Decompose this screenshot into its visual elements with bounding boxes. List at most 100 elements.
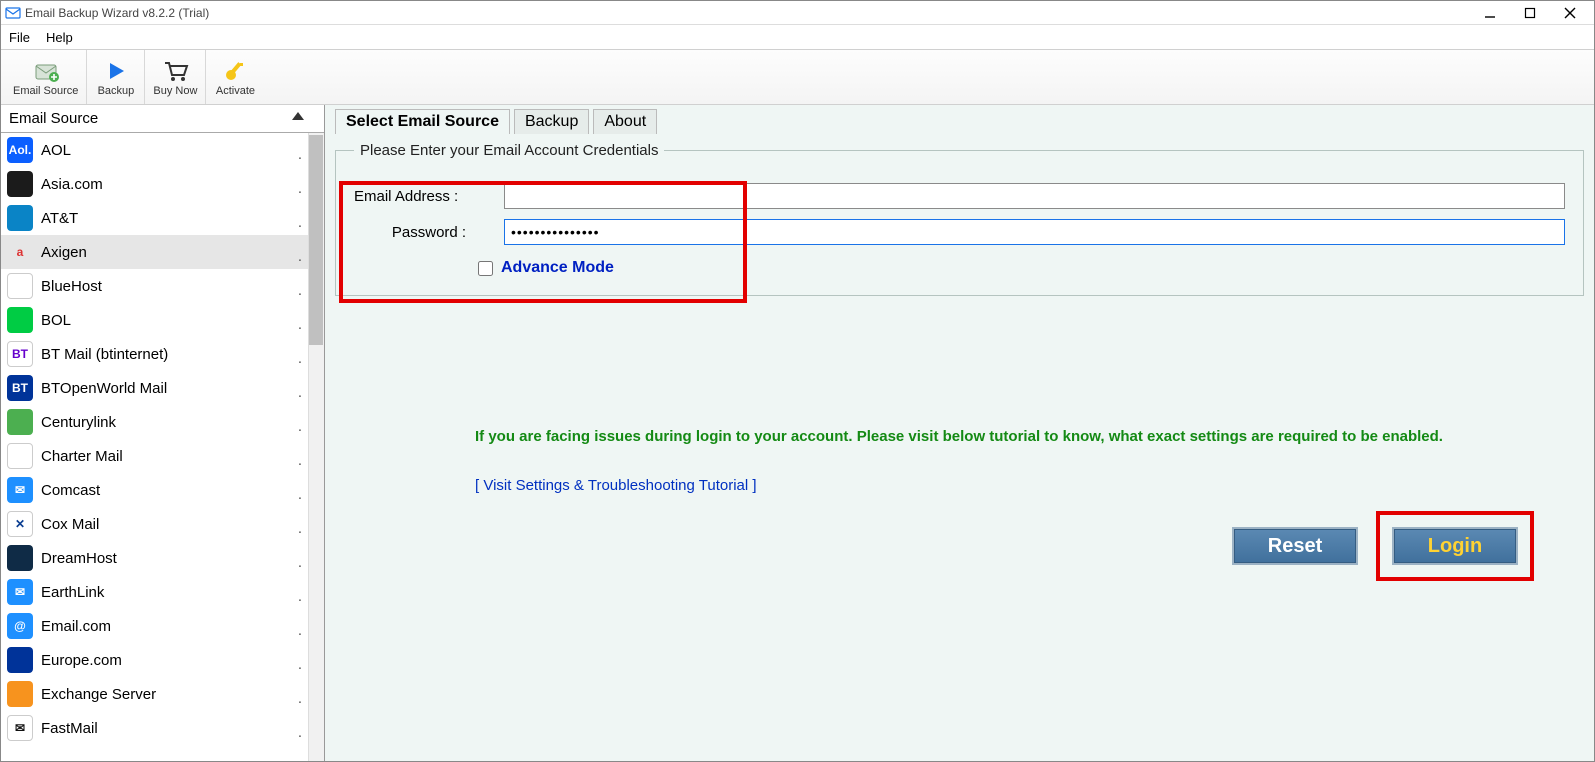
- highlight-box-login: Login: [1376, 511, 1534, 581]
- sidebar-item-label: FastMail: [41, 720, 98, 737]
- sidebar-item-at-t[interactable]: AT&T: [1, 201, 324, 235]
- toolbar-activate[interactable]: Activate: [206, 50, 264, 104]
- sidebar-item-label: Centurylink: [41, 414, 116, 431]
- advance-mode-label[interactable]: Advance Mode: [501, 259, 614, 277]
- cart-icon: [161, 57, 189, 85]
- sidebar-item-bol[interactable]: BOL: [1, 303, 324, 337]
- provider-icon: [7, 681, 33, 707]
- provider-icon: [7, 443, 33, 469]
- credentials-legend: Please Enter your Email Account Credenti…: [354, 142, 664, 159]
- close-button[interactable]: [1550, 2, 1590, 24]
- sidebar-header[interactable]: Email Source: [1, 105, 324, 133]
- tab-select-email-source[interactable]: Select Email Source: [335, 109, 510, 134]
- toolbar: Email Source Backup Buy Now Activate: [1, 49, 1594, 105]
- sidebar-item-label: BT Mail (btinternet): [41, 346, 168, 363]
- provider-icon: a: [7, 239, 33, 265]
- app-icon: [5, 5, 21, 21]
- tab-backup[interactable]: Backup: [514, 109, 589, 134]
- sidebar-item-earthlink[interactable]: ✉ EarthLink: [1, 575, 324, 609]
- sidebar-item-label: BOL: [41, 312, 71, 329]
- sidebar-item-email-com[interactable]: @ Email.com: [1, 609, 324, 643]
- sidebar: Email Source Aol. AOL Asia.com AT&T a Axigen B…: [1, 105, 325, 761]
- provider-icon: BT: [7, 375, 33, 401]
- content: Select Email Source Backup About Please …: [325, 105, 1594, 761]
- titlebar: Email Backup Wizard v8.2.2 (Trial): [1, 1, 1594, 25]
- sidebar-item-label: BlueHost: [41, 278, 102, 295]
- provider-icon: BT: [7, 341, 33, 367]
- toolbar-backup-label: Backup: [98, 85, 135, 97]
- provider-icon: ✉: [7, 477, 33, 503]
- sidebar-item-exchange-server[interactable]: Exchange Server: [1, 677, 324, 711]
- sidebar-item-charter-mail[interactable]: Charter Mail: [1, 439, 324, 473]
- sidebar-item-dreamhost[interactable]: DreamHost: [1, 541, 324, 575]
- sidebar-item-centurylink[interactable]: Centurylink: [1, 405, 324, 439]
- sidebar-item-label: Comcast: [41, 482, 100, 499]
- email-label: Email Address :: [354, 188, 504, 205]
- sidebar-item-label: AOL: [41, 142, 71, 159]
- sidebar-item-label: Exchange Server: [41, 686, 156, 703]
- provider-icon: [7, 273, 33, 299]
- tabs: Select Email Source Backup About: [335, 109, 1584, 134]
- provider-icon: ✉: [7, 579, 33, 605]
- menubar: File Help: [1, 25, 1594, 49]
- sidebar-list: Aol.AOLAsia.comAT&TaAxigenBlueHostBOLBTB…: [1, 133, 324, 761]
- scrollbar[interactable]: [308, 133, 324, 761]
- credentials-group: Please Enter your Email Account Credenti…: [335, 142, 1584, 296]
- sidebar-item-fastmail[interactable]: ✉ FastMail: [1, 711, 324, 745]
- menu-file[interactable]: File: [9, 30, 30, 45]
- password-label: Password :: [354, 224, 504, 241]
- minimize-button[interactable]: [1470, 2, 1510, 24]
- sidebar-item-axigen[interactable]: a Axigen: [1, 235, 324, 269]
- window-title: Email Backup Wizard v8.2.2 (Trial): [25, 6, 1470, 20]
- sidebar-item-aol[interactable]: Aol. AOL: [1, 133, 324, 167]
- toolbar-buy-now[interactable]: Buy Now: [145, 50, 206, 104]
- provider-icon: [7, 307, 33, 333]
- provider-icon: Aol.: [7, 137, 33, 163]
- sidebar-item-bt-mail-btinternet-[interactable]: BT BT Mail (btinternet): [1, 337, 324, 371]
- advance-mode-checkbox[interactable]: [478, 261, 493, 276]
- sidebar-item-europe-com[interactable]: Europe.com: [1, 643, 324, 677]
- sidebar-item-bluehost[interactable]: BlueHost: [1, 269, 324, 303]
- toolbar-activate-label: Activate: [216, 85, 255, 97]
- sidebar-header-label: Email Source: [9, 110, 98, 127]
- provider-icon: [7, 409, 33, 435]
- maximize-button[interactable]: [1510, 2, 1550, 24]
- scrollbar-thumb[interactable]: [309, 135, 323, 345]
- sidebar-item-label: Europe.com: [41, 652, 122, 669]
- toolbar-backup[interactable]: Backup: [87, 50, 145, 104]
- button-row: Reset Login: [1232, 511, 1534, 581]
- reset-button[interactable]: Reset: [1232, 527, 1358, 565]
- sidebar-item-label: Charter Mail: [41, 448, 123, 465]
- sidebar-item-label: Asia.com: [41, 176, 103, 193]
- backup-icon: [102, 57, 130, 85]
- sidebar-item-label: Email.com: [41, 618, 111, 635]
- password-input[interactable]: [504, 219, 1565, 245]
- provider-icon: @: [7, 613, 33, 639]
- menu-help[interactable]: Help: [46, 30, 73, 45]
- provider-icon: [7, 205, 33, 231]
- toolbar-email-source-label: Email Source: [13, 85, 78, 97]
- provider-icon: [7, 545, 33, 571]
- email-input[interactable]: [504, 183, 1565, 209]
- provider-icon: [7, 171, 33, 197]
- tutorial-link[interactable]: [ Visit Settings & Troubleshooting Tutor…: [475, 477, 1584, 494]
- sidebar-item-label: Axigen: [41, 244, 87, 261]
- chevron-up-icon: [292, 112, 304, 120]
- sidebar-item-label: EarthLink: [41, 584, 104, 601]
- provider-icon: [7, 647, 33, 673]
- sidebar-item-label: Cox Mail: [41, 516, 99, 533]
- info-text: If you are facing issues during login to…: [475, 426, 1504, 447]
- sidebar-item-label: DreamHost: [41, 550, 117, 567]
- login-button[interactable]: Login: [1392, 527, 1518, 565]
- toolbar-buy-now-label: Buy Now: [153, 85, 197, 97]
- sidebar-item-asia-com[interactable]: Asia.com: [1, 167, 324, 201]
- provider-icon: ✉: [7, 715, 33, 741]
- key-icon: [221, 57, 249, 85]
- sidebar-item-cox-mail[interactable]: ✕Cox Mail: [1, 507, 324, 541]
- sidebar-item-btopenworld-mail[interactable]: BTBTOpenWorld Mail: [1, 371, 324, 405]
- sidebar-item-label: AT&T: [41, 210, 78, 227]
- sidebar-item-comcast[interactable]: ✉ Comcast: [1, 473, 324, 507]
- tab-about[interactable]: About: [593, 109, 657, 134]
- toolbar-email-source[interactable]: Email Source: [5, 50, 87, 104]
- email-source-icon: [32, 57, 60, 85]
